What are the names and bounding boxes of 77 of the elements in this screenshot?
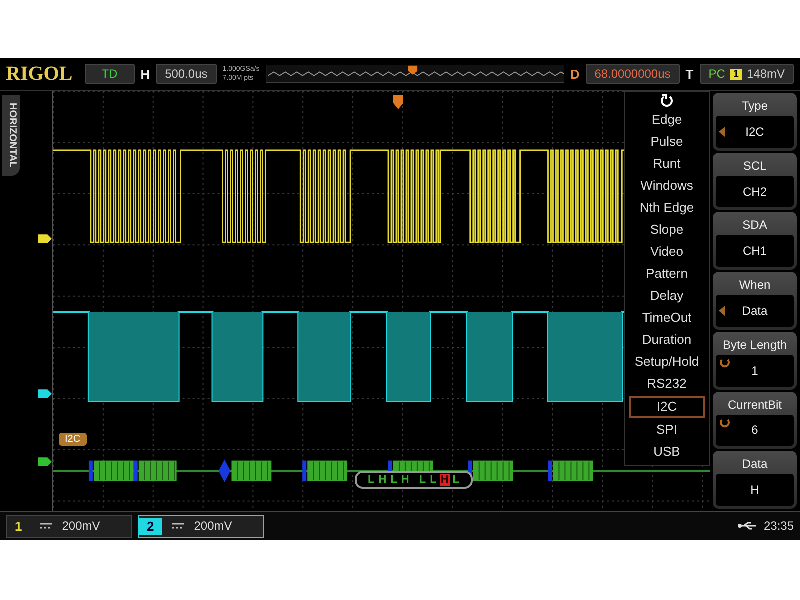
bit-value: H: [440, 474, 450, 486]
trigger-type-item[interactable]: Pulse: [629, 131, 705, 153]
channel-scale: 200mV: [194, 519, 232, 533]
softkey-value: 1: [752, 364, 758, 378]
softkey[interactable]: When Data: [713, 272, 797, 330]
trigger-type-item[interactable]: Edge: [629, 109, 705, 131]
bus-label: I2C: [59, 433, 87, 446]
softkey-title: SCL: [743, 158, 767, 175]
clock: 23:35: [764, 519, 794, 533]
softkey[interactable]: Type I2C: [713, 93, 797, 151]
softkey[interactable]: SCL CH2: [713, 152, 797, 210]
run-status: TD: [84, 64, 135, 84]
channel-scale: 200mV: [62, 519, 100, 533]
trigger-type-item[interactable]: Video: [629, 241, 705, 263]
channel-number: 2: [139, 518, 162, 534]
channel-marker-icon[interactable]: [38, 389, 52, 399]
usb-icon: [738, 521, 758, 531]
trigger-type-item[interactable]: Nth Edge: [629, 197, 705, 219]
trigger-level: 148mV: [746, 67, 785, 81]
bit-value: L: [452, 474, 461, 486]
caret-icon: [719, 126, 725, 137]
bit-value: L: [367, 474, 376, 486]
channel-number: 1: [14, 518, 24, 534]
channel-tab[interactable]: 1 200mV: [6, 514, 132, 538]
timebase-value[interactable]: 500.0us: [156, 64, 217, 84]
softkey[interactable]: Byte Length 1: [713, 332, 797, 390]
knob-icon: [719, 356, 731, 369]
trigger-position-icon[interactable]: [393, 95, 404, 110]
softkey-value: I2C: [746, 124, 764, 139]
trigger-type-item[interactable]: SPI: [629, 419, 705, 441]
trigger-source-badge: 1: [730, 68, 742, 80]
channel-marker-icon[interactable]: [38, 234, 52, 244]
bit-value: L: [390, 474, 398, 486]
caret-icon: [719, 306, 725, 316]
dc-coupling-icon: [172, 522, 184, 530]
trigger-type-item[interactable]: USB: [629, 441, 705, 463]
softkey[interactable]: SDA CH1: [713, 212, 797, 270]
softkey[interactable]: Data H: [713, 451, 797, 510]
softkey-title: Byte Length: [722, 336, 788, 354]
trigger-status[interactable]: PC 1 148mV: [700, 64, 794, 84]
bit-value: H: [400, 474, 410, 486]
bit-value: L: [429, 474, 438, 486]
trigger-type-item[interactable]: Slope: [629, 219, 705, 241]
softkey-title: Data: [742, 456, 768, 474]
softkey-value: 6: [752, 423, 758, 438]
trigger-type-item[interactable]: Pattern: [629, 263, 705, 285]
brand-logo: RIGOL: [6, 62, 73, 86]
delay-value[interactable]: 68.0000000us: [586, 64, 680, 84]
trigger-type-item[interactable]: Windows: [629, 175, 705, 197]
channel-tab[interactable]: 2 200mV: [138, 514, 264, 538]
softkey-title: Type: [742, 98, 768, 115]
softkey-title: SDA: [742, 217, 768, 234]
delay-label: D: [570, 66, 580, 82]
trigger-type-item[interactable]: Duration: [629, 329, 705, 351]
trigger-label: T: [686, 66, 694, 82]
trigger-type-item[interactable]: Runt: [629, 153, 705, 175]
bit-value: L: [418, 474, 428, 486]
trigger-type-item[interactable]: Setup/Hold: [629, 351, 705, 373]
bus-marker-icon[interactable]: [38, 457, 52, 467]
softkey[interactable]: CurrentBit 6: [713, 392, 797, 450]
side-tab[interactable]: HORIZONTAL: [2, 95, 20, 176]
softkey-title: When: [739, 277, 771, 294]
dc-coupling-icon: [40, 522, 52, 530]
softkey-value: CH2: [742, 184, 767, 199]
softkey-value: H: [750, 483, 760, 498]
trigger-type-item[interactable]: Delay: [629, 285, 705, 307]
trigger-type-item[interactable]: I2C: [629, 396, 705, 418]
trigger-mode: PC: [708, 67, 726, 81]
knob-icon: [719, 416, 731, 429]
trigger-type-item[interactable]: RS232: [629, 373, 705, 395]
horizontal-label: H: [140, 66, 150, 82]
bit-value: H: [378, 474, 388, 486]
softkey-title: CurrentBit: [728, 396, 782, 414]
back-icon[interactable]: [660, 94, 674, 108]
softkey-value: Data: [742, 304, 768, 318]
softkey-value: CH1: [742, 244, 767, 258]
trigger-type-item[interactable]: TimeOut: [629, 307, 705, 329]
